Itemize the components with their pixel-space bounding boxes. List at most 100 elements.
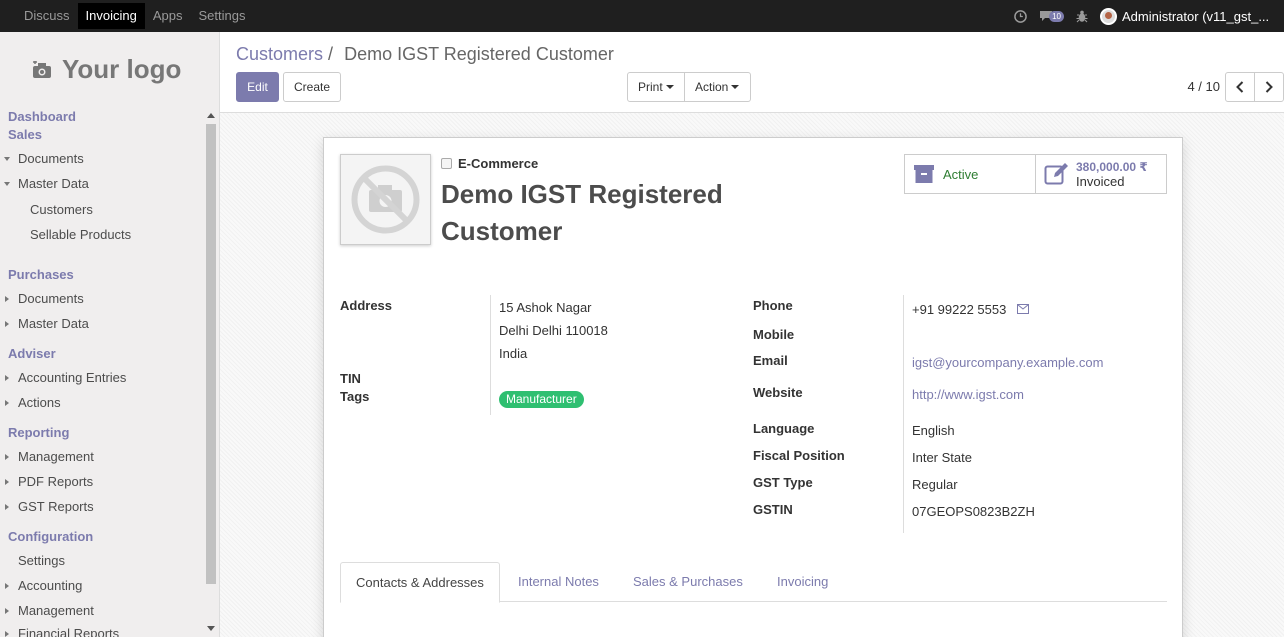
ecommerce-field: E-Commerce	[441, 156, 538, 171]
address-city[interactable]: Delhi Delhi 110018	[499, 323, 608, 338]
caret-right-icon	[5, 375, 9, 381]
form-sheet: E-Commerce Demo IGST Registered Customer…	[323, 137, 1183, 637]
print-dropdown[interactable]: Print	[627, 72, 685, 102]
pager-value[interactable]: 4 / 10	[1187, 79, 1220, 94]
caret-right-icon	[5, 479, 9, 485]
tag-badge[interactable]: Manufacturer	[499, 391, 584, 408]
user-menu[interactable]: Administrator (v11_gst_...	[1122, 9, 1284, 24]
sidebar-item-financial-reports[interactable]: Financial Reports	[5, 626, 119, 637]
envelope-icon[interactable]	[1017, 304, 1029, 314]
archive-icon	[914, 165, 934, 183]
sidebar-item-config-management[interactable]: Management	[5, 603, 94, 618]
tab-invoicing[interactable]: Invoicing	[762, 562, 843, 602]
systray: 10 Administrator (v11_gst_...	[1014, 0, 1284, 32]
invoiced-label: Invoiced	[1076, 173, 1125, 189]
phone-value[interactable]: +91 99222 5553	[912, 302, 1006, 317]
caret-right-icon	[5, 400, 9, 406]
sidebar-item-purchases-master-data[interactable]: Master Data	[5, 316, 89, 331]
create-button[interactable]: Create	[283, 72, 341, 102]
sidebar-scrollbar[interactable]	[204, 108, 218, 637]
language-value[interactable]: English	[912, 423, 955, 438]
menu-discuss[interactable]: Discuss	[16, 3, 78, 29]
menu-apps[interactable]: Apps	[145, 3, 191, 29]
action-dropdown[interactable]: Action	[684, 72, 751, 102]
clock-icon[interactable]	[1014, 9, 1027, 23]
tab-sales-purchases[interactable]: Sales & Purchases	[618, 562, 758, 602]
sidebar-item-sales-master-data[interactable]: Master Data	[4, 176, 89, 191]
address-country[interactable]: India	[499, 346, 527, 361]
sidebar-item-gst-reports[interactable]: GST Reports	[5, 499, 94, 514]
caret-down-icon	[731, 85, 740, 89]
control-panel: Customers / Demo IGST Registered Custome…	[220, 32, 1284, 113]
sidebar-section-sales[interactable]: Sales	[0, 127, 42, 142]
sidebar-item-pdf-reports[interactable]: PDF Reports	[5, 474, 93, 489]
scroll-down-icon[interactable]	[207, 626, 215, 631]
chevron-right-icon	[1265, 81, 1273, 93]
breadcrumb-customers[interactable]: Customers	[236, 44, 323, 64]
app-menu: Discuss Invoicing Apps Settings	[16, 3, 253, 29]
sidebar-section-purchases[interactable]: Purchases	[0, 267, 74, 282]
language-label: Language	[753, 421, 815, 436]
email-label: Email	[753, 353, 788, 368]
website-link[interactable]: http://www.igst.com	[912, 387, 1024, 402]
caret-down-icon	[665, 85, 674, 89]
caret-down-icon	[4, 157, 10, 161]
tags-label: Tags	[340, 389, 370, 404]
pager-previous-button[interactable]	[1225, 72, 1255, 102]
ecommerce-checkbox[interactable]	[441, 158, 452, 169]
customer-image[interactable]	[340, 154, 431, 245]
fiscal-position-value[interactable]: Inter State	[912, 450, 972, 465]
message-count-badge: 10	[1049, 10, 1064, 22]
sidebar-item-reporting-management[interactable]: Management	[5, 449, 94, 464]
menu-settings[interactable]: Settings	[190, 3, 253, 29]
field-divider	[903, 295, 904, 533]
mobile-label: Mobile	[753, 327, 795, 342]
email-link[interactable]: igst@yourcompany.example.com	[912, 355, 1103, 370]
sidebar-item-dashboard[interactable]: Dashboard	[0, 109, 76, 124]
address-label: Address	[340, 298, 393, 313]
invoiced-button[interactable]: 380,000.00 ₹ Invoiced	[1035, 155, 1166, 193]
sidebar-item-settings[interactable]: Settings	[18, 553, 65, 568]
breadcrumb-current: Demo IGST Registered Customer	[344, 44, 614, 64]
caret-right-icon	[5, 321, 9, 327]
scrollbar-thumb[interactable]	[206, 124, 216, 584]
gst-type-value[interactable]: Regular	[912, 477, 958, 492]
sidebar-item-sales-documents[interactable]: Documents	[4, 151, 84, 166]
edit-button[interactable]: Edit	[236, 72, 279, 102]
active-toggle-button[interactable]: Active	[905, 155, 1035, 193]
tab-contacts-addresses[interactable]: Contacts & Addresses	[340, 562, 500, 603]
camera-icon	[33, 60, 51, 78]
sidebar-section-adviser[interactable]: Adviser	[0, 346, 56, 361]
menu-invoicing[interactable]: Invoicing	[77, 3, 145, 29]
breadcrumb-separator: /	[328, 44, 334, 64]
logo-text: Your logo	[62, 54, 182, 84]
tab-internal-notes[interactable]: Internal Notes	[503, 562, 614, 602]
gstin-label: GSTIN	[753, 502, 793, 517]
field-divider	[490, 295, 491, 415]
pager-next-button[interactable]	[1254, 72, 1284, 102]
sidebar-item-config-accounting[interactable]: Accounting	[5, 578, 82, 593]
sidebar-item-sellable-products[interactable]: Sellable Products	[30, 227, 131, 242]
caret-right-icon	[5, 454, 9, 460]
form-view: E-Commerce Demo IGST Registered Customer…	[220, 113, 1284, 637]
edit-document-icon	[1044, 163, 1068, 185]
caret-right-icon	[5, 296, 9, 302]
bug-icon[interactable]	[1076, 10, 1088, 23]
sidebar-item-accounting-entries[interactable]: Accounting Entries	[5, 370, 126, 385]
website-label: Website	[753, 385, 803, 400]
sidebar-section-configuration[interactable]: Configuration	[0, 529, 93, 544]
user-avatar[interactable]	[1100, 7, 1117, 25]
chevron-left-icon	[1236, 81, 1244, 93]
caret-right-icon	[5, 608, 9, 614]
sidebar-item-purchases-documents[interactable]: Documents	[5, 291, 84, 306]
scroll-up-icon[interactable]	[207, 113, 215, 118]
sidebar-section-reporting[interactable]: Reporting	[0, 425, 69, 440]
chat-icon[interactable]: 10	[1039, 10, 1064, 22]
company-logo[interactable]: Your logo	[32, 54, 181, 85]
sidebar-item-actions[interactable]: Actions	[5, 395, 61, 410]
address-street[interactable]: 15 Ashok Nagar	[499, 300, 592, 315]
gstin-value[interactable]: 07GEOPS0823B2ZH	[912, 504, 1035, 519]
caret-right-icon	[5, 583, 9, 589]
sidebar-item-customers[interactable]: Customers	[30, 202, 93, 217]
customer-name[interactable]: Demo IGST Registered Customer	[441, 176, 761, 250]
